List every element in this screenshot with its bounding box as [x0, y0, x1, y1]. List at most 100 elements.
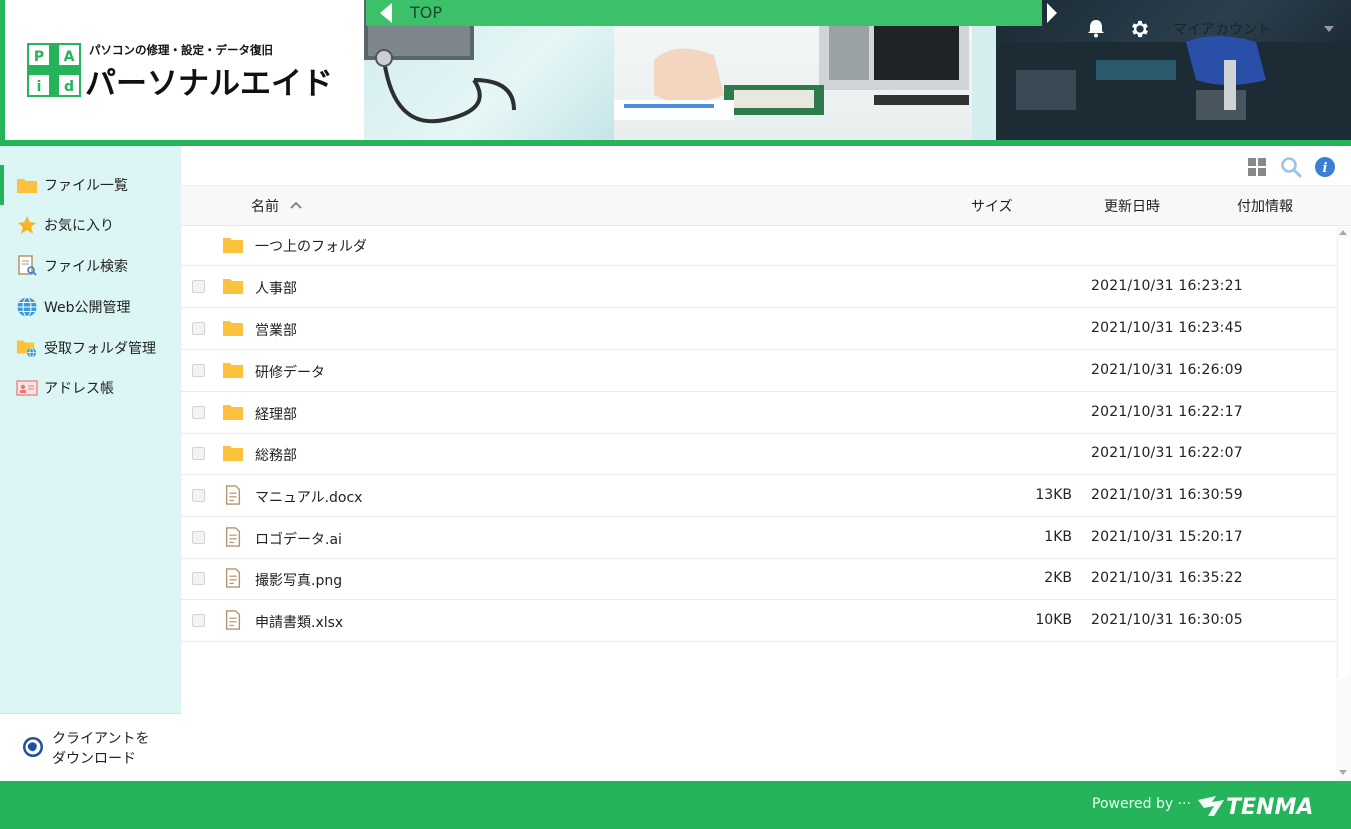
file-date: 2021/10/31 16:23:21 — [1091, 278, 1243, 294]
file-name[interactable]: 撮影写真.png — [255, 570, 342, 590]
svg-text:P: P — [34, 49, 44, 65]
file-date: 2021/10/31 16:26:09 — [1091, 362, 1243, 378]
column-header-name[interactable]: 名前 — [251, 196, 279, 216]
document-icon — [225, 610, 241, 630]
sidebar-item-file-list[interactable]: ファイル一覧 — [0, 165, 181, 205]
bell-icon[interactable] — [1086, 18, 1106, 38]
brand-logo[interactable]: P A i d パソコンの修理・設定・データ復旧 パーソナルエイド — [0, 0, 364, 140]
scroll-down-arrow-icon[interactable] — [1339, 770, 1347, 775]
gear-icon[interactable] — [1129, 18, 1151, 40]
file-name[interactable]: 営業部 — [255, 320, 297, 340]
folder-icon — [223, 363, 243, 378]
row-checkbox[interactable] — [192, 489, 205, 502]
file-name[interactable]: ロゴデータ.ai — [255, 529, 342, 549]
sidebar-item-address-book[interactable]: アドレス帳 — [0, 368, 181, 408]
sidebar-item-favorites[interactable]: お気に入り — [0, 205, 181, 245]
top-nav-bar[interactable] — [366, 0, 1042, 26]
file-date: 2021/10/31 16:22:17 — [1091, 404, 1243, 420]
toolbar — [181, 146, 1351, 186]
table-row[interactable]: 研修データ 2021/10/31 16:26:09 — [181, 350, 1336, 392]
column-header-date[interactable]: 更新日時 — [1104, 196, 1160, 216]
sidebar-item-label: ファイル一覧 — [44, 178, 128, 194]
column-header-size[interactable]: サイズ — [971, 196, 1013, 216]
file-date: 2021/10/31 15:20:17 — [1091, 529, 1243, 545]
top-link[interactable]: TOP — [410, 3, 442, 22]
brand-tagline: パソコンの修理・設定・データ復旧 — [89, 43, 273, 57]
row-checkbox[interactable] — [192, 447, 205, 460]
download-globe-icon — [23, 737, 43, 757]
row-checkbox[interactable] — [192, 531, 205, 544]
row-checkbox[interactable] — [192, 364, 205, 377]
row-checkbox[interactable] — [192, 572, 205, 585]
scroll-up-arrow-icon[interactable] — [1339, 230, 1347, 235]
sidebar-item-label: Web公開管理 — [44, 300, 131, 316]
table-row[interactable]: 営業部 2021/10/31 16:23:45 — [181, 308, 1336, 350]
file-size: 10KB — [1035, 612, 1072, 628]
my-account-menu[interactable]: マイアカウント — [1173, 19, 1271, 39]
sidebar-item-file-search[interactable]: ファイル検索 — [0, 246, 181, 286]
back-arrow-icon[interactable] — [380, 3, 392, 23]
file-date: 2021/10/31 16:35:22 — [1091, 570, 1243, 586]
folder-icon — [223, 321, 243, 336]
folder-icon — [223, 405, 243, 420]
sidebar-item-label: ファイル検索 — [44, 259, 128, 275]
column-header-extra[interactable]: 付加情報 — [1237, 196, 1293, 216]
star-icon — [16, 214, 38, 236]
file-name[interactable]: 経理部 — [255, 404, 297, 424]
forward-arrow-icon[interactable] — [1047, 3, 1057, 23]
folder-icon — [223, 279, 243, 294]
parent-folder-row[interactable]: 一つ上のフォルダ — [181, 227, 1336, 266]
brand-name: パーソナルエイド — [85, 66, 333, 102]
svg-text:i: i — [1323, 161, 1328, 176]
file-name[interactable]: 申請書類.xlsx — [255, 612, 343, 632]
table-row[interactable]: ロゴデータ.ai 1KB 2021/10/31 15:20:17 — [181, 517, 1336, 559]
file-name[interactable]: マニュアル.docx — [255, 487, 362, 507]
sidebar-item-receive-folder[interactable]: 受取フォルダ管理 — [0, 328, 181, 368]
search-icon[interactable] — [1280, 156, 1302, 178]
powered-by-label: Powered by ··· — [1092, 796, 1191, 812]
document-icon — [225, 568, 241, 588]
client-download-label-line2: ダウンロード — [52, 751, 136, 767]
folder-icon — [223, 446, 243, 461]
grid-view-icon[interactable] — [1248, 158, 1266, 176]
file-size: 2KB — [1044, 570, 1072, 586]
table-row[interactable]: 撮影写真.png 2KB 2021/10/31 16:35:22 — [181, 558, 1336, 600]
folder-globe-icon — [16, 337, 38, 359]
svg-text:A: A — [64, 49, 75, 65]
svg-text:i: i — [37, 79, 42, 95]
row-checkbox[interactable] — [192, 406, 205, 419]
scrollbar-thumb[interactable] — [1337, 238, 1350, 678]
sidebar-item-label: 受取フォルダ管理 — [44, 341, 156, 357]
sidebar-item-label: アドレス帳 — [44, 381, 114, 397]
file-search-icon — [16, 255, 38, 277]
document-icon — [225, 527, 241, 547]
client-download-button[interactable]: クライアントを ダウンロード — [0, 713, 181, 781]
folder-icon — [223, 238, 243, 253]
file-date: 2021/10/31 16:30:59 — [1091, 487, 1243, 503]
table-row[interactable]: 総務部 2021/10/31 16:22:07 — [181, 433, 1336, 475]
sort-ascending-icon[interactable] — [290, 200, 302, 210]
logo-mark-icon: P A i d — [27, 43, 81, 97]
folder-icon — [16, 174, 38, 196]
row-checkbox[interactable] — [192, 322, 205, 335]
document-icon — [225, 485, 241, 505]
file-name[interactable]: 総務部 — [255, 445, 297, 465]
row-checkbox[interactable] — [192, 614, 205, 627]
vendor-logo: TENMA — [1198, 795, 1313, 820]
chevron-down-icon[interactable] — [1324, 26, 1334, 32]
file-name[interactable]: 人事部 — [255, 278, 297, 298]
sidebar-item-web-publish[interactable]: Web公開管理 — [0, 287, 181, 327]
file-date: 2021/10/31 16:23:45 — [1091, 320, 1243, 336]
file-list: 一つ上のフォルダ 人事部 2021/10/31 16:23:21 営業部 202… — [181, 227, 1336, 727]
table-row[interactable]: 申請書類.xlsx 10KB 2021/10/31 16:30:05 — [181, 600, 1336, 642]
table-row[interactable]: 人事部 2021/10/31 16:23:21 — [181, 266, 1336, 308]
table-row[interactable]: 経理部 2021/10/31 16:22:17 — [181, 392, 1336, 434]
file-size: 13KB — [1035, 487, 1072, 503]
file-name[interactable]: 研修データ — [255, 362, 325, 382]
row-checkbox[interactable] — [192, 280, 205, 293]
sidebar: ファイル一覧 お気に入り ファイル検索 Web公開管理 受取フォルダ管理 アドレ… — [0, 146, 181, 781]
info-icon[interactable]: i — [1314, 156, 1336, 178]
file-date: 2021/10/31 16:30:05 — [1091, 612, 1243, 628]
table-row[interactable]: マニュアル.docx 13KB 2021/10/31 16:30:59 — [181, 475, 1336, 517]
vendor-name: TENMA — [1226, 795, 1313, 820]
